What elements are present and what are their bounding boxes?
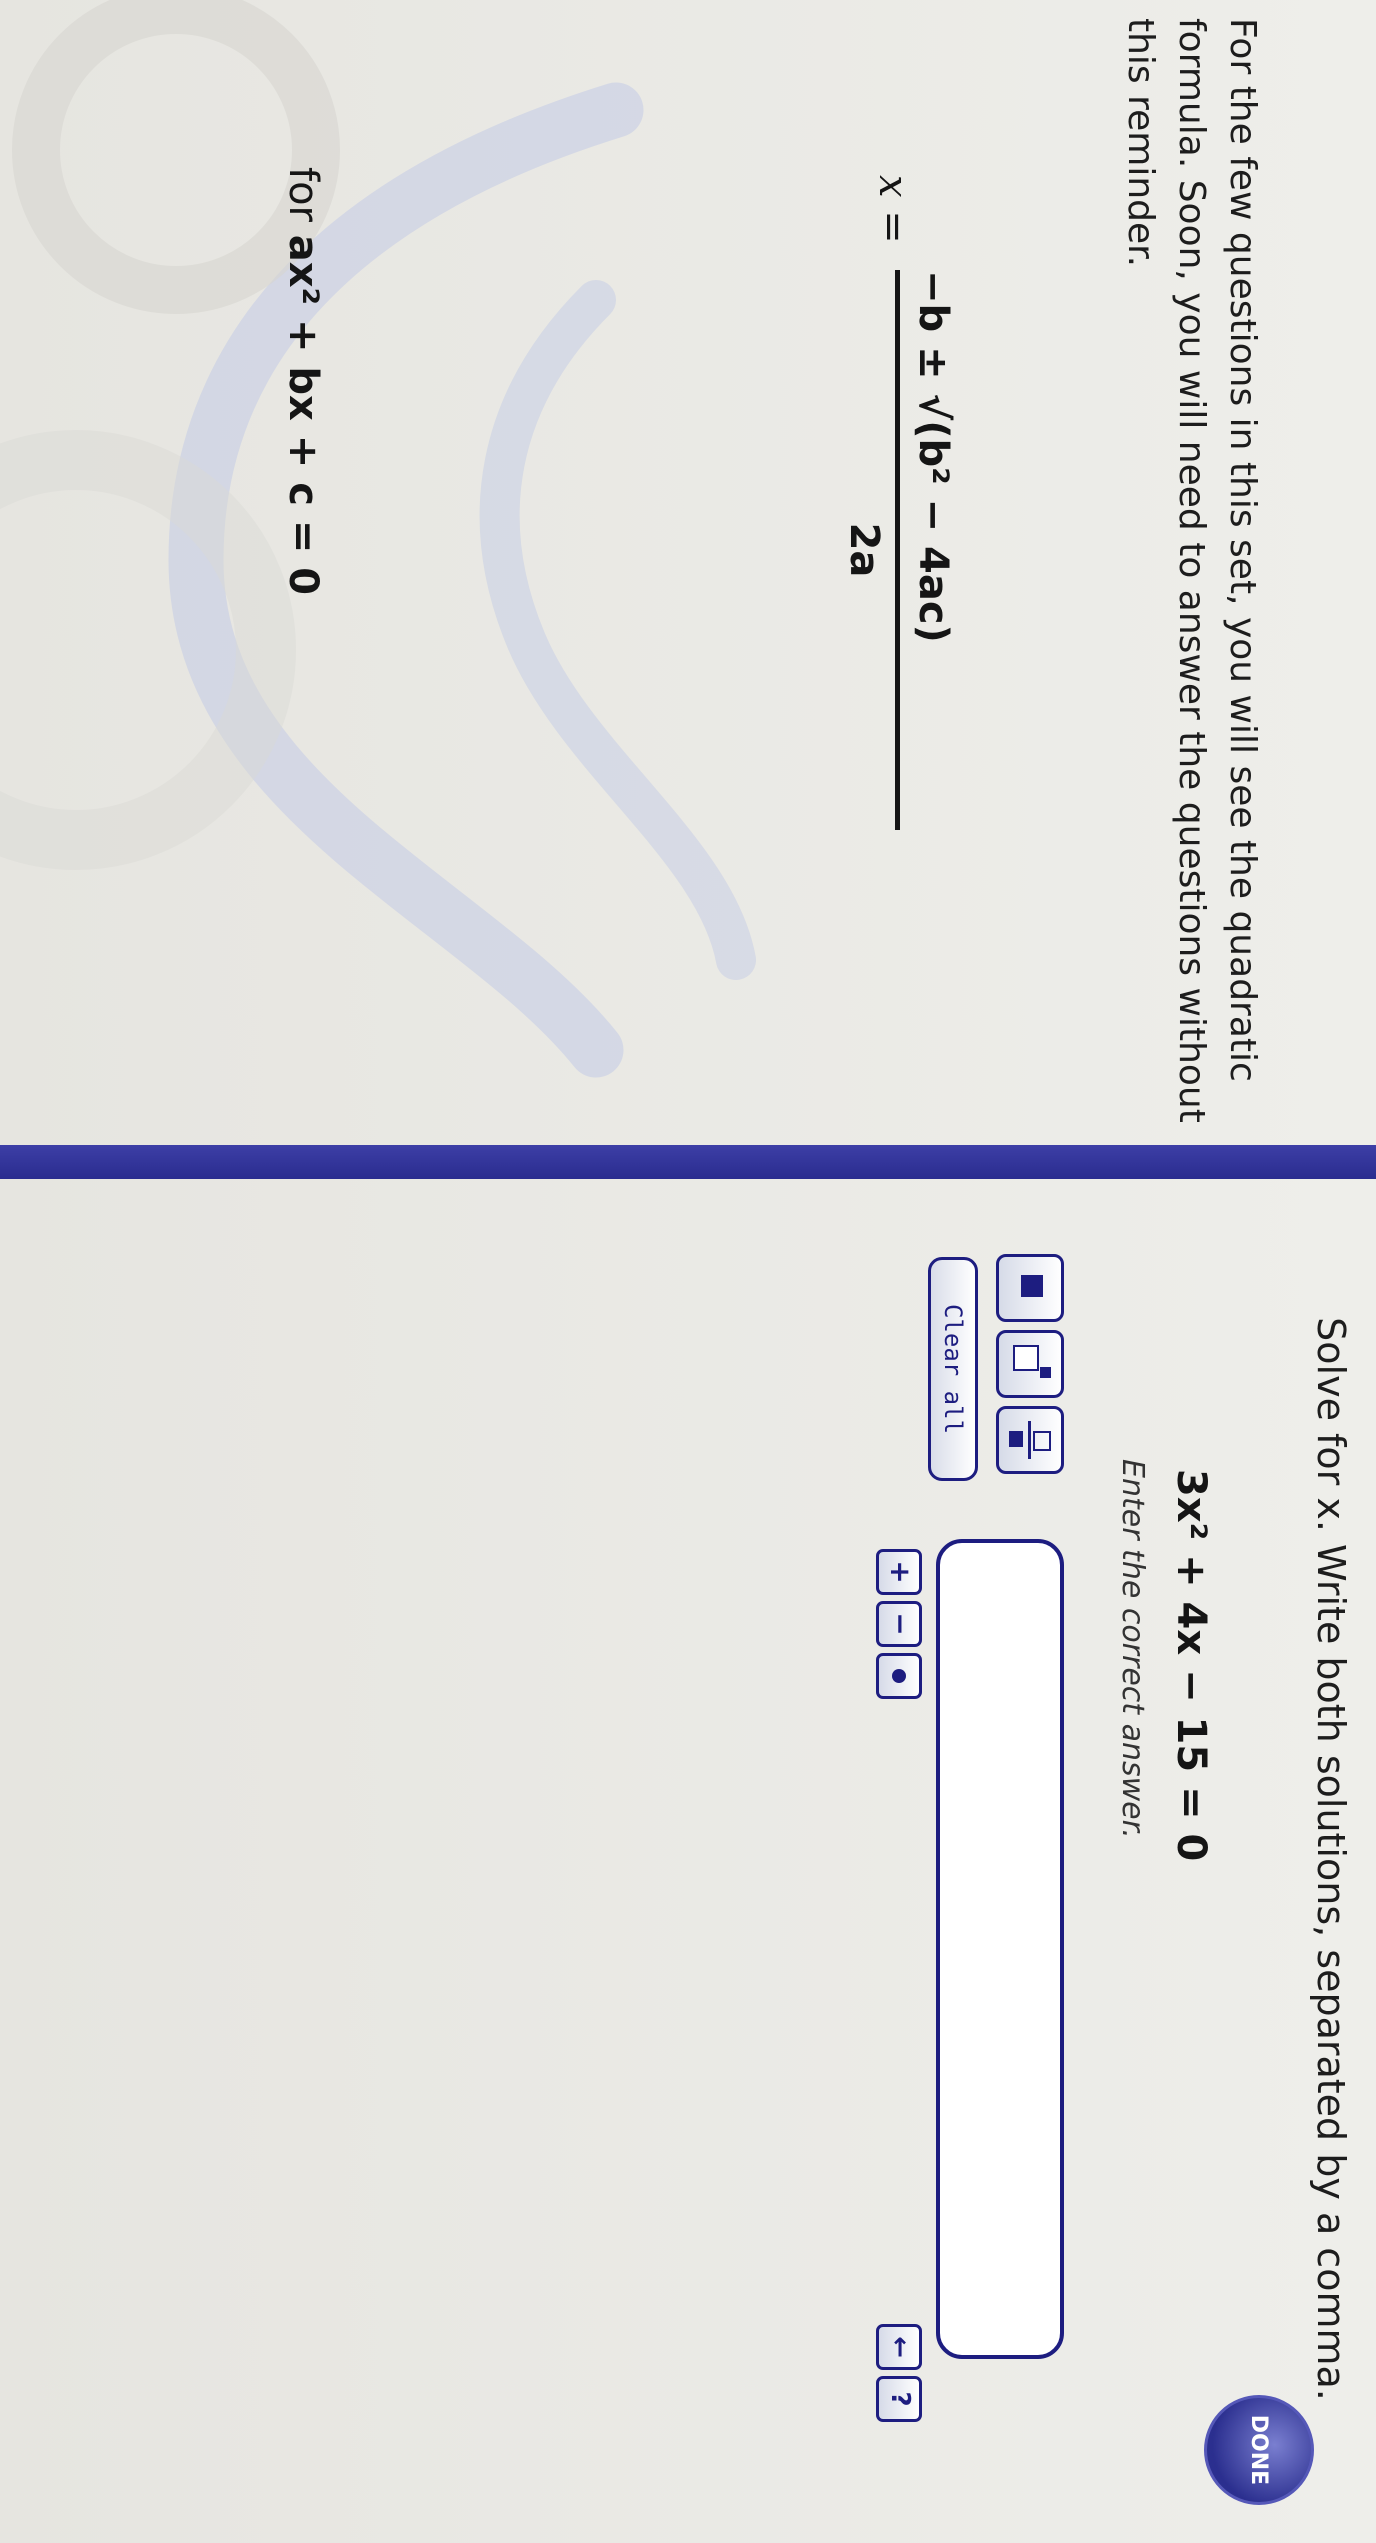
formula-numerator: −b ± √(b² − 4ac) (910, 270, 956, 643)
minus-button[interactable]: − (876, 1601, 922, 1647)
dot-icon (892, 1669, 906, 1683)
fraction-top-icon (1033, 1431, 1051, 1451)
exponent-template-button[interactable] (996, 1330, 1064, 1398)
formula-condition: for ax² + bx + c = 0 (280, 167, 326, 595)
question-prompt: Solve for x. Write both solutions, separ… (1309, 1317, 1353, 2401)
question-panel: Solve for x. Write both solutions, separ… (0, 1179, 1376, 2543)
box-icon (1021, 1275, 1043, 1297)
clear-all-button[interactable]: Clear all (928, 1257, 978, 1481)
dot-button[interactable] (876, 1653, 922, 1699)
plus-button[interactable]: + (876, 1549, 922, 1595)
quadratic-formula: x = −b ± √(b² − 4ac) 2a for ax² + bx + c… (280, 167, 956, 1075)
formula-reminder-panel: For the few questions in this set, you w… (0, 0, 1376, 1145)
exponent-base-icon (1013, 1345, 1039, 1371)
answer-input[interactable] (936, 1539, 1064, 2359)
formula-fraction: −b ± √(b² − 4ac) 2a (841, 270, 956, 830)
fraction-template-button[interactable] (996, 1406, 1064, 1474)
formula-lhs: x = (870, 175, 916, 244)
box-template-button[interactable] (996, 1254, 1064, 1322)
exponent-power-icon (1040, 1367, 1051, 1378)
template-toolbar (996, 1254, 1064, 1494)
question-equation: 3x² + 4x − 15 = 0 (1168, 1469, 1214, 1862)
done-button[interactable]: DONE (1204, 2395, 1314, 2505)
fraction-bar (895, 270, 900, 830)
fraction-bottom-icon (1009, 1431, 1023, 1447)
answer-instruction: Enter the correct answer. (1115, 1459, 1150, 1839)
formula-denominator: 2a (841, 522, 887, 578)
help-button[interactable]: ? (876, 2376, 922, 2422)
panel-divider (0, 1145, 1376, 1179)
backspace-button[interactable]: ← (876, 2324, 922, 2370)
intro-text: For the few questions in this set, you w… (1120, 18, 1263, 1123)
condition-prefix: for (280, 167, 326, 222)
condition-expression: ax² + bx + c = 0 (280, 234, 326, 596)
utility-toolbar: ←? (876, 2324, 922, 2428)
app-screen: For the few questions in this set, you w… (0, 0, 1376, 2543)
fraction-line-icon (1028, 1421, 1031, 1459)
operator-toolbar: +− (876, 1549, 922, 1705)
